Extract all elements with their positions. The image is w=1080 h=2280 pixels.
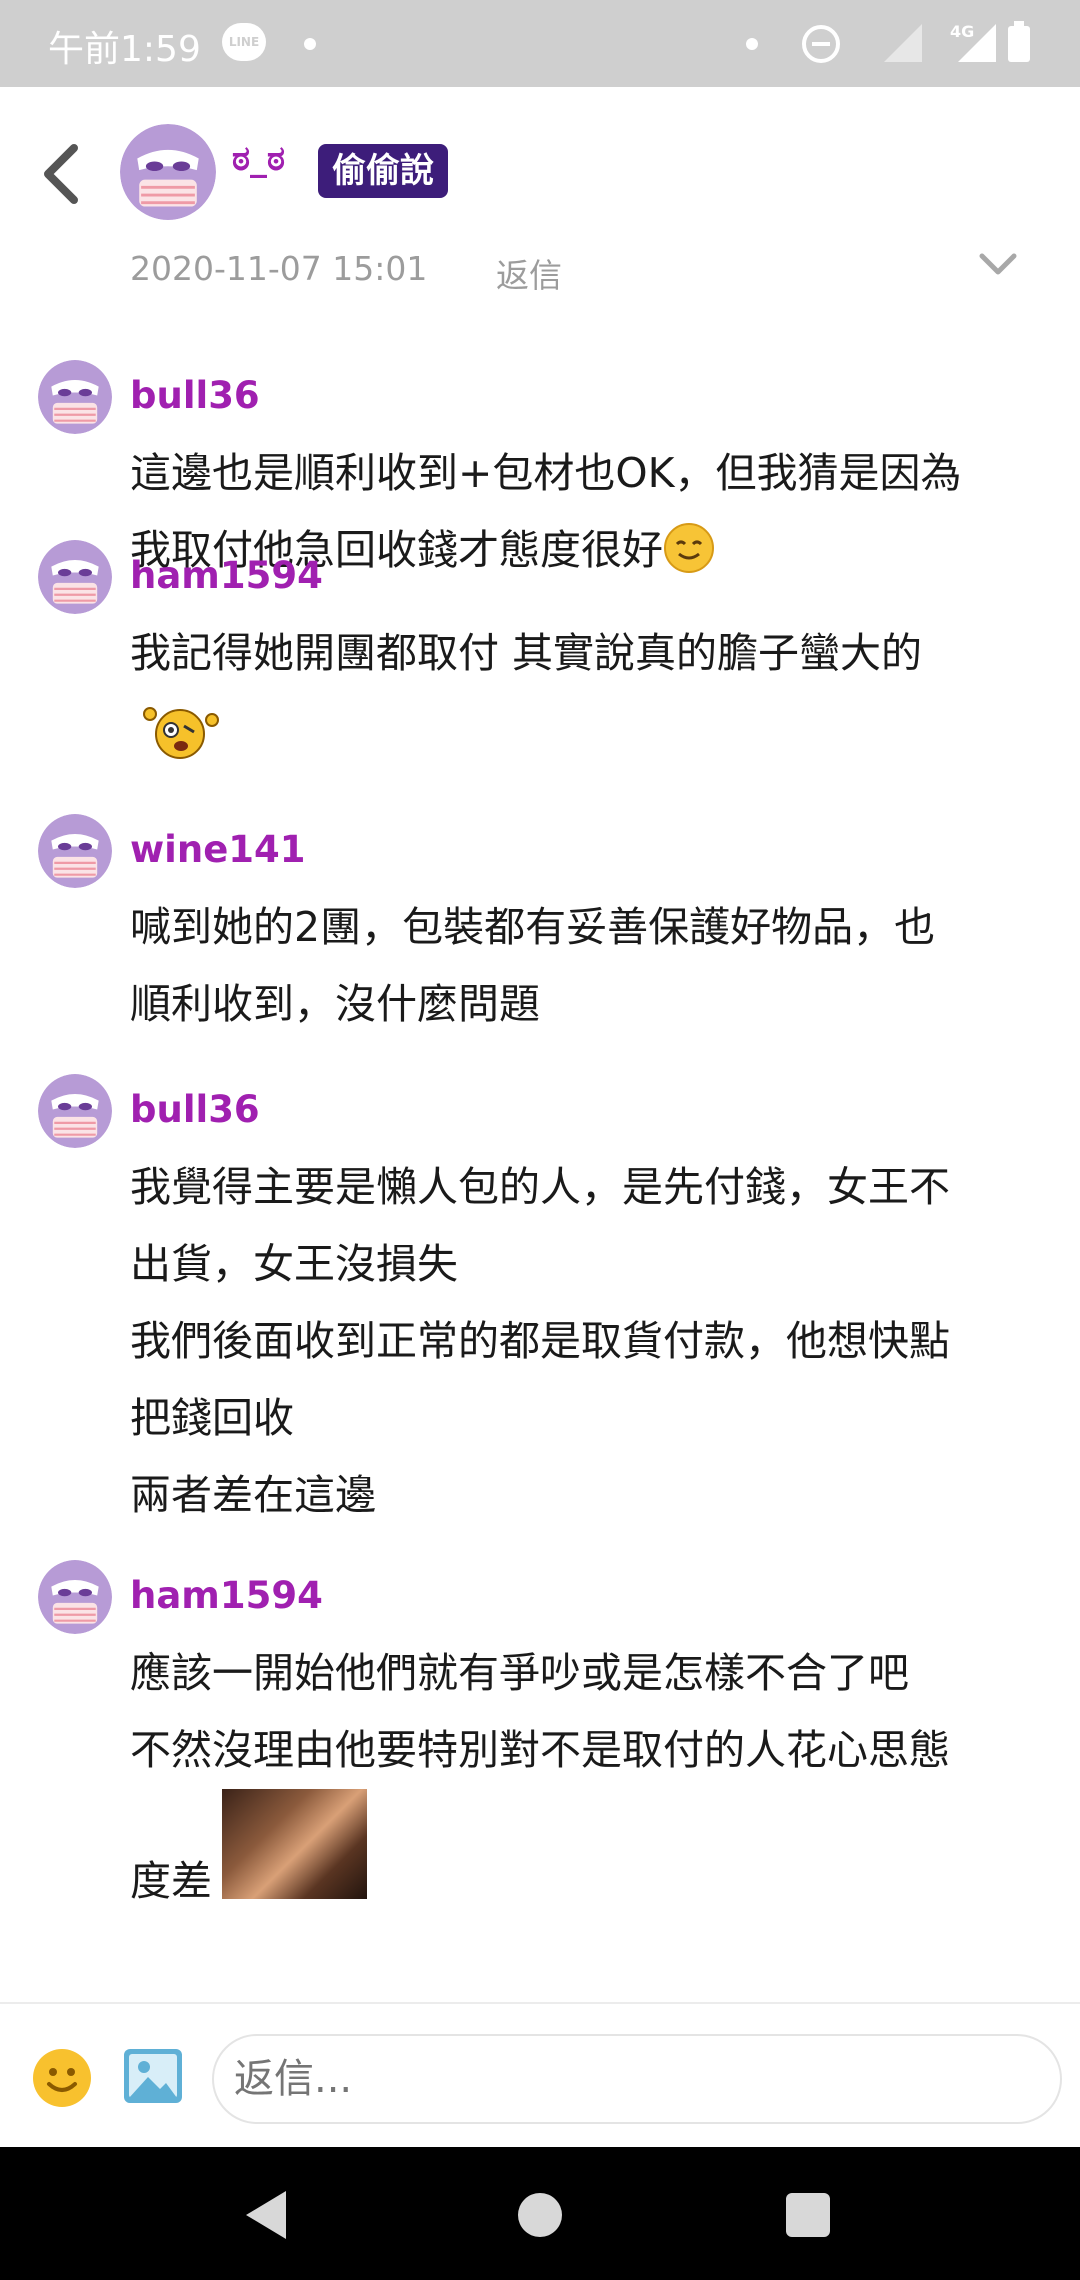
comment-item: ham1594 應該一開始他們就有爭吵或是怎樣不合了吧 不然沒理由他要特別對不是… <box>0 1520 1080 2002</box>
status-bar: 午前1:59 LINE 4G <box>0 0 1080 87</box>
commenter-name[interactable]: bull36 <box>130 1088 260 1131</box>
commenter-avatar[interactable] <box>38 1560 112 1634</box>
comment-text: 應該一開始他們就有爭吵或是怎樣不合了吧 不然沒理由他要特別對不是取付的人花心思態… <box>130 1635 1050 1920</box>
commenter-name[interactable]: ham1594 <box>130 1574 323 1617</box>
reply-link[interactable]: 返信 <box>496 249 562 297</box>
commenter-name[interactable]: wine141 <box>130 828 306 871</box>
dizzy-face-sticker-icon <box>143 707 219 759</box>
facepalm-gif-image[interactable] <box>222 1789 367 1899</box>
post-date: 2020-11-07 15:01 <box>130 249 428 288</box>
commenter-avatar[interactable] <box>38 540 112 614</box>
comment-body: 應該一開始他們就有爭吵或是怎樣不合了吧 不然沒理由他要特別對不是取付的人花心思態 <box>130 1649 950 1774</box>
comment-text: 喊到她的2團，包裝都有妥善保護好物品，也 順利收到，沒什麼問題 <box>130 903 936 1028</box>
emoji-picker-icon[interactable] <box>32 2048 92 2108</box>
image-upload-icon[interactable] <box>122 2047 184 2105</box>
system-nav-bar <box>0 2147 1080 2280</box>
chevron-down-icon[interactable] <box>978 252 1018 276</box>
comment-line: 這邊也是順利收到+包材也OK，但我猜是因為 <box>130 449 962 497</box>
commenter-name[interactable]: ham1594 <box>130 554 323 597</box>
line-notification-icon: LINE <box>222 23 266 61</box>
commenter-avatar[interactable] <box>38 360 112 434</box>
commenter-avatar[interactable] <box>38 1074 112 1148</box>
signal-weak-icon <box>884 24 922 62</box>
comment-list: bull36 這邊也是順利收到+包材也OK，但我猜是因為 我取付他急回收錢才態度… <box>0 320 1080 2002</box>
author-name[interactable]: ಠ_ಠ <box>232 139 285 179</box>
comment-line: 度差 <box>130 1857 212 1905</box>
nav-home-icon[interactable] <box>518 2193 562 2237</box>
notification-dot-icon <box>746 38 758 50</box>
comment-text: 我記得她開團都取付 其實說真的膽子蠻大的 <box>130 629 923 677</box>
status-time: 午前1:59 <box>48 29 201 70</box>
notification-dot-icon <box>304 38 316 50</box>
author-avatar[interactable] <box>120 124 216 220</box>
reply-input-bar <box>0 2002 1080 2147</box>
comment-item: bull36 我覺得主要是懶人包的人，是先付錢，女王不 出貨，女王沒損失 我們後… <box>0 1034 1080 1526</box>
battery-icon <box>1008 21 1030 62</box>
commenter-name[interactable]: bull36 <box>130 374 260 417</box>
comment-text: 我覺得主要是懶人包的人，是先付錢，女王不 出貨，女王沒損失 我們後面收到正常的都… <box>130 1163 950 1519</box>
signal-strength-icon <box>958 24 996 62</box>
comment-item: wine141 喊到她的2團，包裝都有妥善保護好物品，也 順利收到，沒什麼問題 <box>0 774 1080 1034</box>
nav-recents-icon[interactable] <box>786 2193 830 2237</box>
reply-input[interactable] <box>212 2034 1062 2124</box>
back-arrow-icon[interactable] <box>38 142 86 206</box>
do-not-disturb-icon <box>802 25 840 63</box>
board-tag[interactable]: 偷偷說 <box>318 144 448 198</box>
nav-back-icon[interactable] <box>246 2191 286 2239</box>
commenter-avatar[interactable] <box>38 814 112 888</box>
thread-header: ಠ_ಠ 偷偷說 2020-11-07 15:01 返信 <box>0 87 1080 320</box>
comment-item: ham1594 我記得她開團都取付 其實說真的膽子蠻大的 <box>0 500 1080 770</box>
